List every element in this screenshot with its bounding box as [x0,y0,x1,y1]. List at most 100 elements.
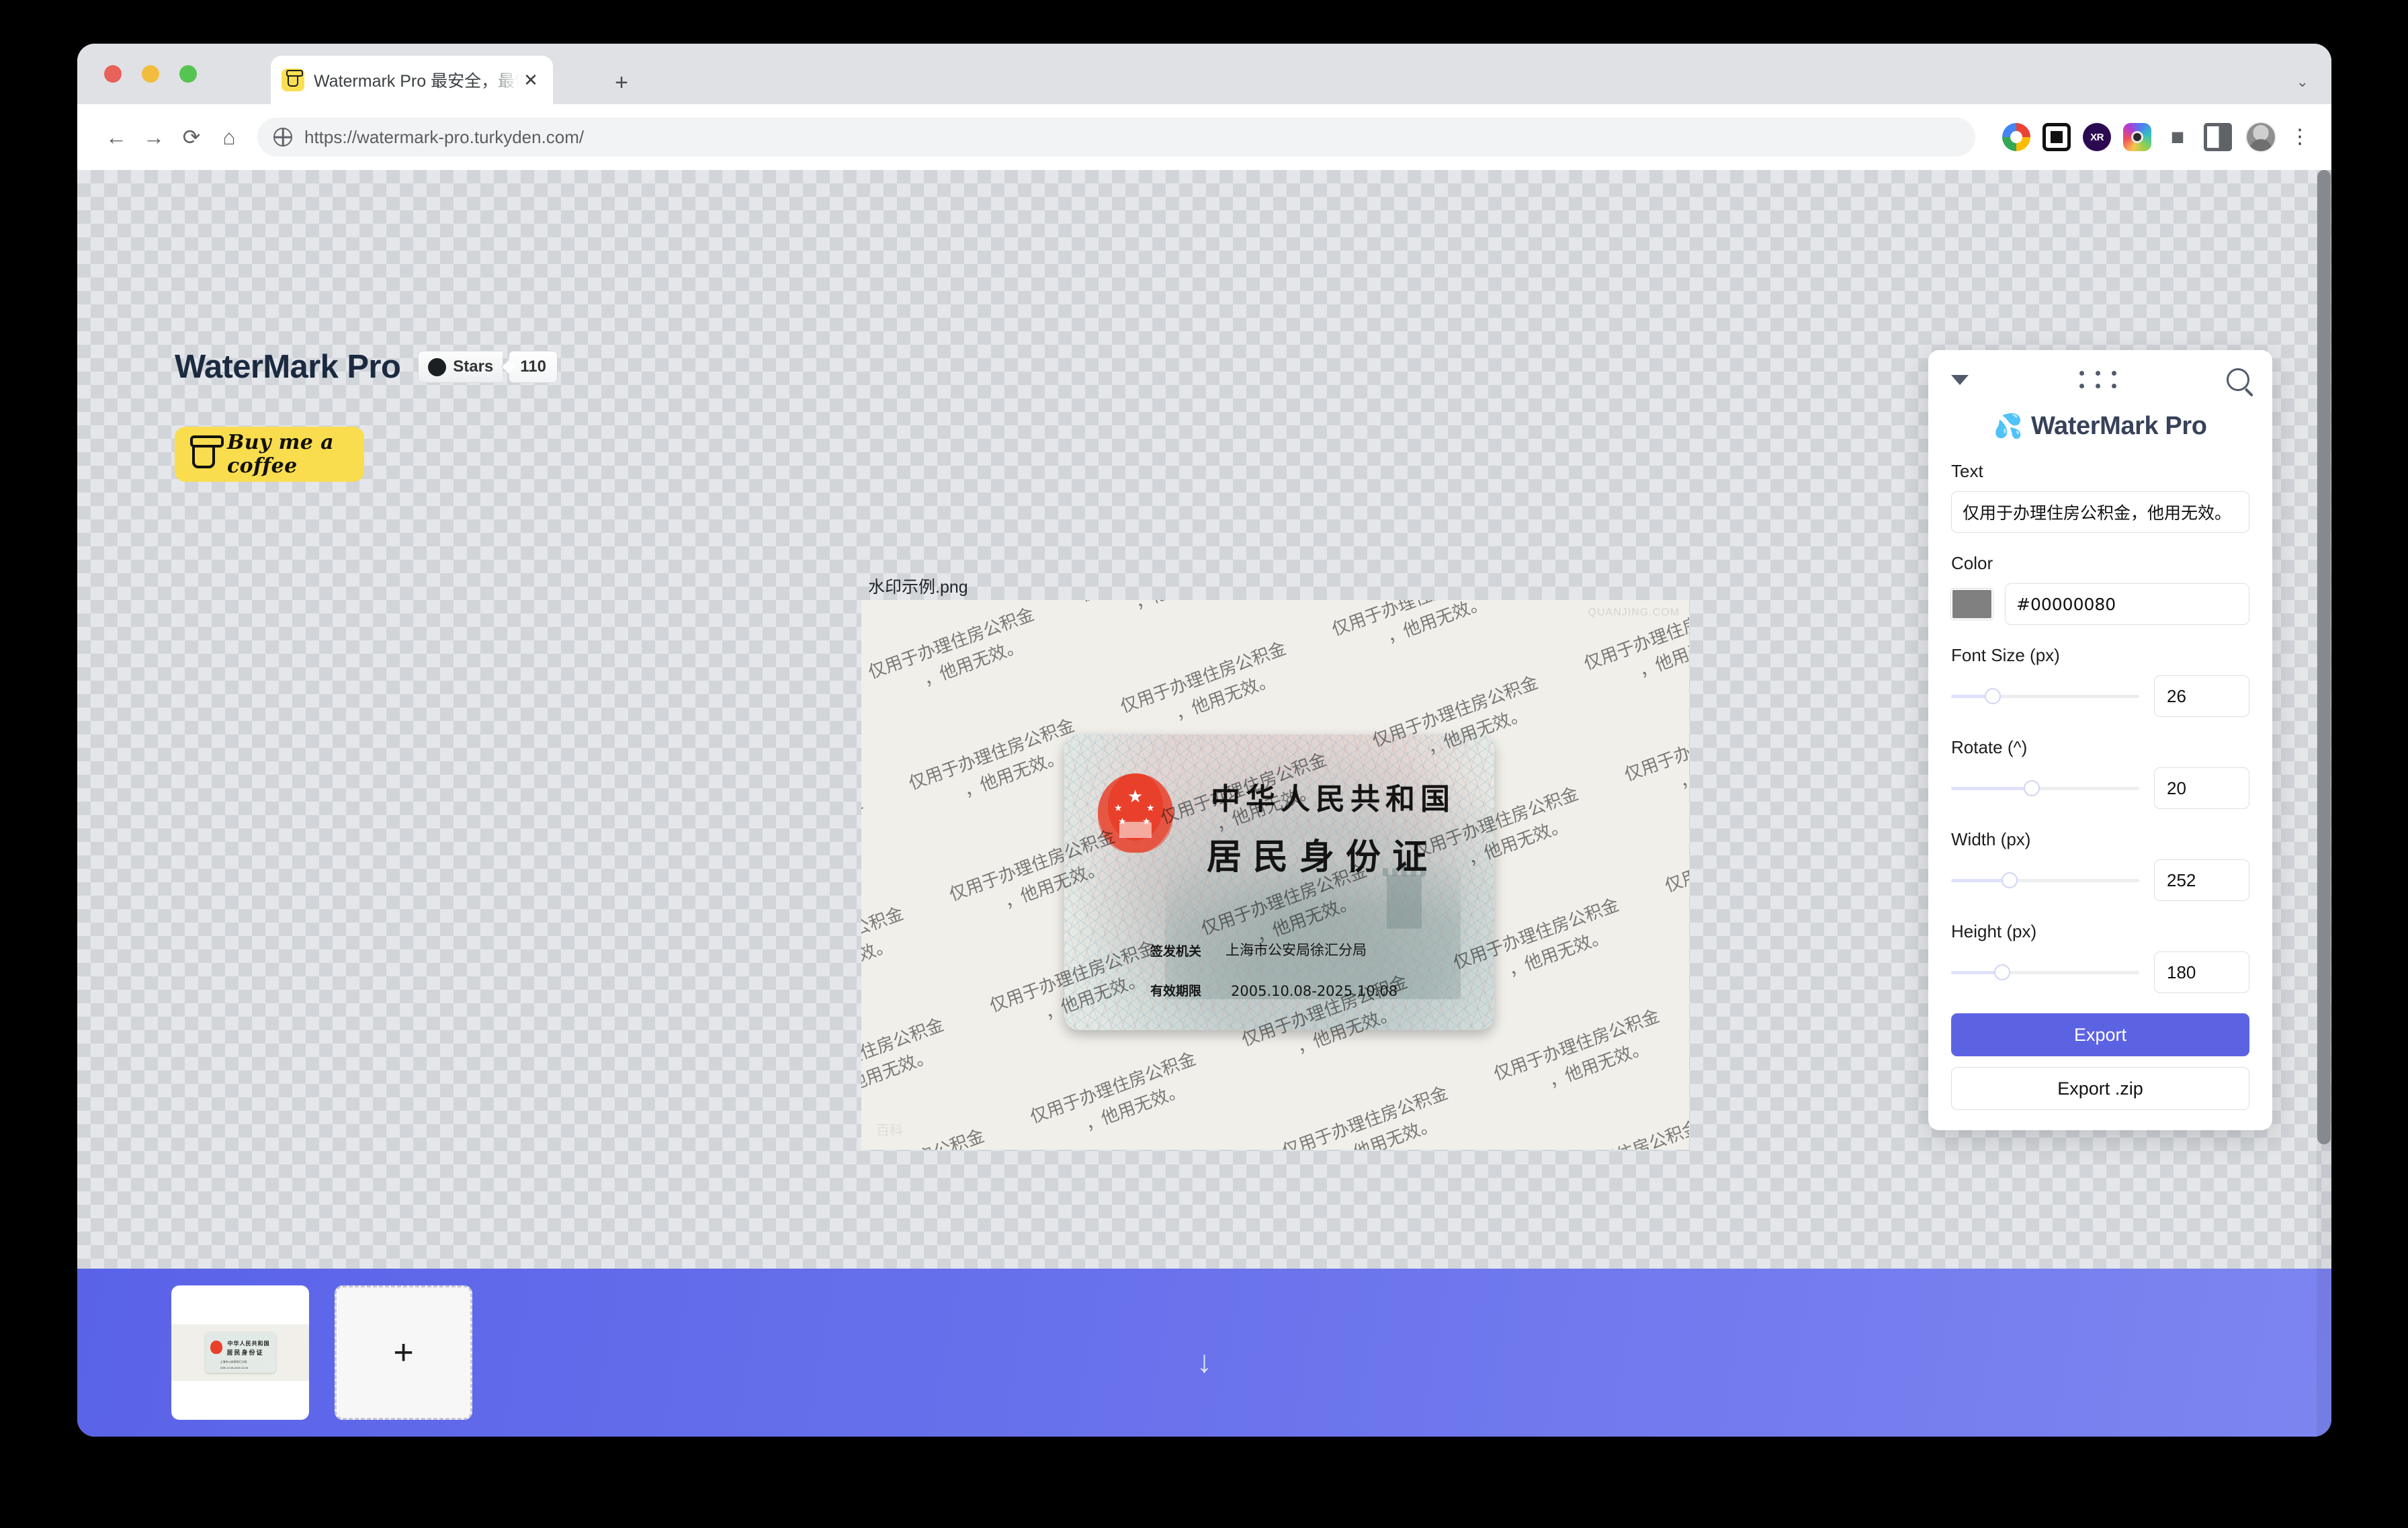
maximize-window-button[interactable] [179,65,197,83]
watermark-text: 仅用于办理住房公积金，他用无效。 [1622,706,1689,793]
thumbnail-issuer: 上海市公安局徐汇分局 [220,1360,247,1363]
field-font-size: Font Size (px) 26 [1951,645,2249,717]
tab-title: Watermark Pro 最安全，最快速的 [314,72,519,91]
font-size-input[interactable]: 26 [2154,675,2249,717]
export-button[interactable]: Export [1951,1013,2249,1056]
height-label: Height (px) [1951,921,2037,941]
tab-strip: Watermark Pro 最安全，最快速的 ✕ + ⌄ [77,44,2331,104]
chevron-down-icon[interactable] [1951,374,1969,385]
puzzle-icon[interactable]: ■ [2163,123,2192,151]
search-icon[interactable] [2227,368,2249,391]
width-label: Width (px) [1951,829,2031,849]
thumbnail-item[interactable]: 中华人民共和国 居民身份证 上海市公安局徐汇分局 2005.10.08-2025… [171,1285,309,1420]
browser-toolbar: ← → ⟳ ⌂ https://watermark-pro.turkyden.c… [77,104,2331,170]
export-zip-button[interactable]: Export .zip [1951,1067,2249,1110]
new-tab-button[interactable]: + [608,69,635,96]
watermark-text: 仅用于办理住房公积金，他用无效。 [1279,1083,1451,1150]
tab-list-chevron-down-icon[interactable]: ⌄ [2296,73,2309,91]
field-width: Width (px) 252 [1951,829,2249,901]
watermark-text: 仅用于办理住房公积金，他用无效。 [1329,600,1501,648]
panel-header [1951,365,2249,394]
watermark-text: 仅用于办理住房公积金，他用无效。 [1077,600,1258,633]
text-field-label: Text [1951,461,1983,481]
screenshot-icon[interactable] [2042,123,2071,151]
id-card-valid-label: 有效期限 [1150,984,1202,999]
width-slider[interactable] [1951,872,2139,889]
minimize-window-button[interactable] [142,65,159,83]
back-button[interactable]: ← [97,118,135,156]
font-size-slider[interactable] [1951,687,2139,705]
reload-button[interactable]: ⟳ [173,118,210,156]
width-input[interactable]: 252 [2154,859,2249,901]
id-card-doc-title: 居民身份证 [1207,837,1439,878]
page-scrollbar[interactable] [2317,170,2331,1437]
thumbnail-preview: 中华人民共和国 居民身份证 上海市公安局徐汇分局 2005.10.08-2025… [171,1324,309,1381]
tab-close-icon[interactable]: ✕ [519,69,542,91]
image-filename: 水印示例.png [868,578,968,597]
field-rotate: Rotate (^) 20 [1951,737,2249,809]
color-field-label: Color [1951,553,1993,573]
tab-favicon-coffee-cup-icon [282,69,304,91]
id-card-valid-value: 2005.10.08-2025.10.08 [1231,983,1398,999]
plus-icon: + [393,1333,414,1372]
panel-brand: 💦 WaterMark Pro [1951,412,2249,441]
google-photos-icon[interactable] [2002,123,2030,151]
rotate-label: Rotate (^) [1951,737,2028,757]
image-canvas[interactable]: QUANJING.COM 百科 ★ ★ ★ ★ ★ 中华人民共和国 居民身份证 签发… [861,600,1689,1150]
rotate-slider[interactable] [1951,779,2139,797]
id-card-issuer-value: 上海市公安局徐汇分局 [1226,942,1367,958]
watermark-text: 仅用于办理住房公积金，他用无效。 [861,792,866,872]
xr-icon[interactable]: XR [2083,123,2111,151]
id-card-image: ★ ★ ★ ★ ★ 中华人民共和国 居民身份证 签发机关 上海市公安局徐汇分局 有效… [1064,734,1494,1030]
camera-icon[interactable] [2123,123,2151,151]
image-filmstrip: 中华人民共和国 居民身份证 上海市公安局徐汇分局 2005.10.08-2025… [77,1269,2331,1437]
watermark-text: 仅用于办理住房公积金，他用无效。 [1662,818,1689,897]
thumbnail-valid: 2005.10.08-2025.10.08 [220,1366,248,1369]
page-title: WaterMark Pro [175,349,401,385]
browser-tab[interactable]: Watermark Pro 最安全，最快速的 ✕ [271,56,553,104]
rotate-input[interactable]: 20 [2154,767,2249,809]
stars-count: 110 [509,351,558,383]
national-emblem-icon: ★ ★ ★ ★ ★ [1098,773,1173,853]
address-bar-url: https://watermark-pro.turkyden.com/ [304,126,585,147]
watermark-text: 仅用于办理住房公积金，他用无效。 [906,715,1078,802]
close-window-button[interactable] [104,65,122,83]
thumbnail-title-2: 居民身份证 [226,1350,264,1357]
watermark-text: 仅用于办理住房公积金，他用无效。 [1491,1006,1663,1092]
globe-icon [273,128,292,146]
stars-badge-label-group[interactable]: Stars [418,351,503,383]
side-panel-icon[interactable] [2204,123,2232,151]
profile-avatar[interactable] [2245,122,2276,153]
thumbnail-id-card: 中华人民共和国 居民身份证 上海市公安局徐汇分局 2005.10.08-2025… [205,1332,275,1373]
height-input[interactable]: 180 [2154,951,2249,993]
address-bar[interactable]: https://watermark-pro.turkyden.com/ [257,118,1975,157]
watermark-text-input[interactable]: 仅用于办理住房公积金，他用无效。 [1951,491,2249,533]
id-card-country-title: 中华人民共和国 [1211,782,1455,816]
field-height: Height (px) 180 [1951,921,2249,993]
source-watermark-top-right: QUANJING.COM [1588,607,1680,618]
watermark-text: 仅用于办理住房公积金，他用无效。 [1118,638,1289,724]
site-header: WaterMark Pro Stars 110 [175,348,558,386]
page-viewport: WaterMark Pro Stars 110 Buy me a coffee … [77,170,2331,1437]
scroll-down-arrow-icon[interactable]: ↓ [1197,1346,1212,1377]
coffee-cup-icon [190,435,224,468]
buy-me-a-coffee-button[interactable]: Buy me a coffee [175,427,364,482]
source-watermark-bottom-left: 百科 [876,1123,903,1138]
github-stars-badge[interactable]: Stars 110 [418,351,558,383]
page-scrollbar-thumb[interactable] [2317,170,2331,1144]
field-text: Text 仅用于办理住房公积金，他用无效。 [1951,461,2249,533]
color-hex-input[interactable]: #00000080 [2005,583,2249,625]
watermark-text: 仅用于办理住房公积金，他用无效。 [861,1015,947,1101]
height-slider[interactable] [1951,964,2139,981]
home-button[interactable]: ⌂ [210,118,248,156]
water-drops-icon: 💦 [1993,413,2023,439]
watermark-text: 仅用于办理住房公积金，他用无效。 [1027,1049,1199,1135]
drag-grip-icon[interactable] [2079,371,2116,388]
window-traffic-lights [104,65,197,83]
color-swatch-button[interactable] [1950,588,1993,620]
field-color: Color #00000080 [1950,553,2249,625]
github-icon [428,357,447,376]
add-image-button[interactable]: + [335,1285,472,1420]
forward-button[interactable]: → [135,118,173,156]
browser-menu-icon[interactable]: ⋮ [2288,127,2311,147]
